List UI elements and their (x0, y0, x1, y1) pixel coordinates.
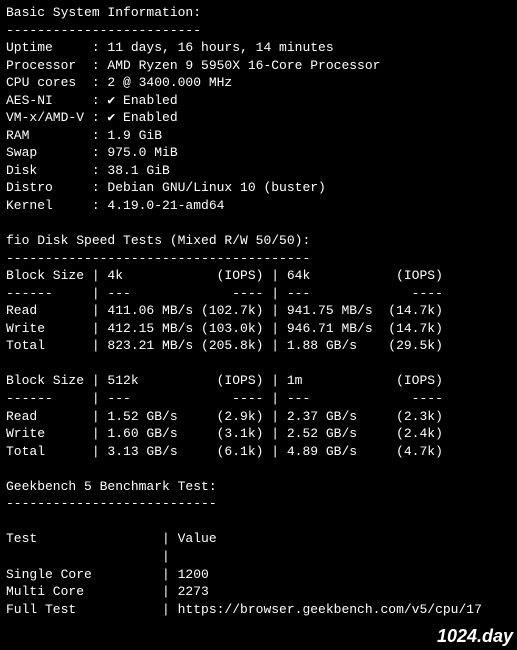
watermark: 1024.day (437, 624, 513, 648)
terminal-output: Basic System Information: --------------… (0, 0, 517, 622)
